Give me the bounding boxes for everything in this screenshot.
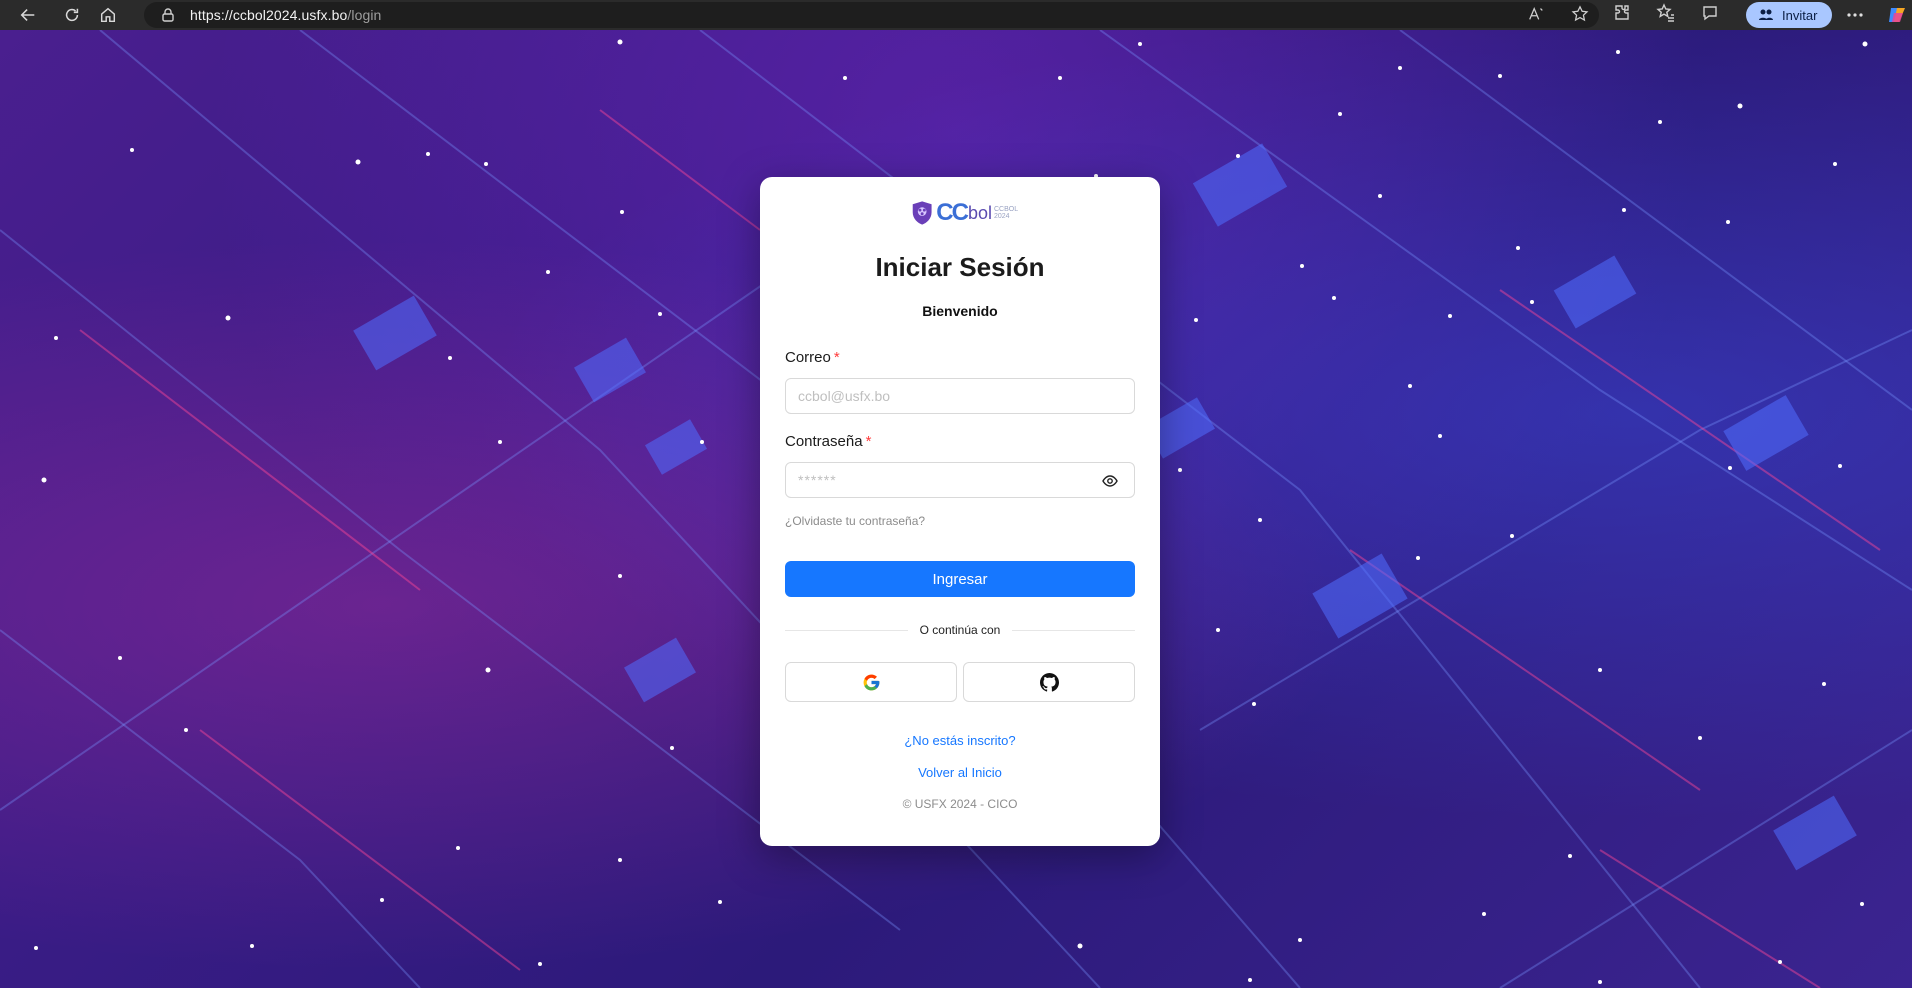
invite-button[interactable]: Invitar (1746, 2, 1832, 28)
chat-icon[interactable] (1700, 3, 1720, 23)
favorite-star-icon[interactable] (1571, 5, 1589, 23)
browser-toolbar: https://ccbol2024.usfx.bo/login Invitar (0, 0, 1912, 30)
login-button[interactable]: Ingresar (785, 561, 1135, 597)
password-placeholder: ****** (798, 472, 837, 488)
logo-bol: bol (967, 202, 992, 223)
home-button[interactable] (94, 1, 122, 29)
home-icon (100, 7, 116, 23)
signup-link[interactable]: ¿No estás inscrito? (760, 733, 1160, 748)
login-card: CC bol CCBOL 2024 Iniciar Sesión Bienveni… (760, 177, 1160, 846)
continue-with-divider: O continúa con (785, 622, 1135, 638)
github-icon (1039, 672, 1059, 692)
favorites-icon[interactable] (1656, 3, 1676, 23)
url-text: https://ccbol2024.usfx.bo/login (190, 7, 382, 23)
github-login-button[interactable] (963, 662, 1135, 702)
welcome-text: Bienvenido (922, 303, 998, 319)
google-login-button[interactable] (785, 662, 957, 702)
logo-cc: CC (936, 199, 969, 226)
invite-label: Invitar (1782, 7, 1818, 23)
password-field[interactable]: ****** (785, 462, 1135, 498)
back-button[interactable] (14, 1, 42, 29)
password-label: Contraseña * (785, 433, 872, 450)
more-icon[interactable] (1845, 5, 1865, 25)
back-icon (20, 9, 35, 21)
required-mark: * (833, 349, 840, 366)
email-placeholder: ccbol@usfx.bo (798, 388, 891, 404)
address-bar[interactable]: https://ccbol2024.usfx.bo/login (144, 2, 1599, 28)
back-home-link[interactable]: Volver al Inicio (760, 765, 1160, 780)
ccbol-logo: CC bol CCBOL 2024 (912, 195, 1019, 231)
divider-text: O continúa con (919, 623, 1001, 637)
email-field[interactable]: ccbol@usfx.bo (785, 378, 1135, 414)
lock-icon (162, 8, 174, 22)
copilot-icon[interactable] (1886, 4, 1908, 26)
extensions-icon[interactable] (1612, 3, 1632, 23)
invite-icon (1759, 9, 1773, 20)
shield-logo-icon (912, 201, 932, 225)
required-mark: * (865, 433, 872, 450)
copyright-footer: © USFX 2024 - CICO (902, 797, 1018, 811)
read-aloud-icon[interactable] (1527, 5, 1545, 23)
logo-year: CCBOL 2024 (994, 206, 1019, 220)
page-title: Iniciar Sesión (875, 252, 1045, 282)
refresh-button[interactable] (58, 1, 86, 29)
email-label: Correo * (785, 349, 840, 366)
google-icon (863, 674, 879, 690)
eye-icon[interactable] (1102, 473, 1118, 489)
refresh-icon (65, 8, 79, 22)
forgot-password-link[interactable]: ¿Olvidaste tu contraseña? (785, 514, 925, 528)
